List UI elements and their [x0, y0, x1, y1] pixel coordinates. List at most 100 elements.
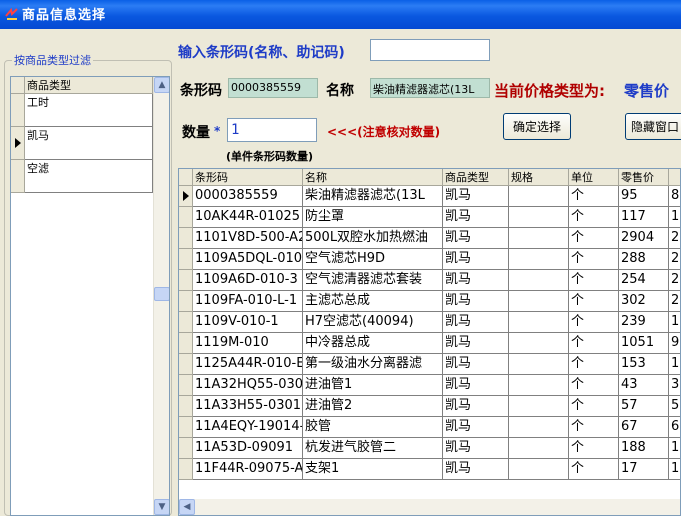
table-cell[interactable]: 防尘罩: [303, 207, 443, 228]
table-row[interactable]: 1109A6D-010-3 空气滤清器滤芯套装 凯马 个 254 2: [179, 270, 680, 291]
scroll-thumb[interactable]: [154, 287, 169, 301]
table-cell[interactable]: [509, 228, 569, 249]
table-cell[interactable]: 个: [569, 333, 619, 354]
table-cell[interactable]: [509, 333, 569, 354]
table-cell[interactable]: 1109A5DQL-010-: [193, 249, 303, 270]
table-cell[interactable]: 进油管2: [303, 396, 443, 417]
table-cell[interactable]: [509, 354, 569, 375]
table-cell[interactable]: 个: [569, 186, 619, 207]
table-cell[interactable]: 1109V-010-1: [193, 312, 303, 333]
search-input[interactable]: [370, 39, 490, 61]
table-row[interactable]: 0000385559 柴油精滤器滤芯(13L 凯马 个 95 8: [179, 186, 680, 207]
table-cell[interactable]: 5: [669, 396, 680, 417]
table-cell[interactable]: 凯马: [443, 270, 509, 291]
table-row[interactable]: 1125A44R-010-E 第一级油水分离器滤 凯马 个 153 1: [179, 354, 680, 375]
table-cell[interactable]: 2: [669, 228, 680, 249]
table-cell[interactable]: 1125A44R-010-E: [193, 354, 303, 375]
table-cell[interactable]: 153: [619, 354, 669, 375]
table-cell[interactable]: 个: [569, 312, 619, 333]
table-cell[interactable]: [509, 417, 569, 438]
table-cell[interactable]: 9: [669, 333, 680, 354]
table-cell[interactable]: 1109A6D-010-3: [193, 270, 303, 291]
table-cell[interactable]: 个: [569, 207, 619, 228]
table-cell[interactable]: H7空滤芯(40094): [303, 312, 443, 333]
table-row[interactable]: 1109FA-010-L-1 主滤芯总成 凯马 个 302 2: [179, 291, 680, 312]
table-cell[interactable]: 中冷器总成: [303, 333, 443, 354]
table-cell[interactable]: 11A53D-09091: [193, 438, 303, 459]
table-cell[interactable]: 1: [669, 354, 680, 375]
table-row[interactable]: 1119M-010 中冷器总成 凯马 个 1051 9: [179, 333, 680, 354]
table-cell[interactable]: 2: [669, 270, 680, 291]
table-cell[interactable]: [509, 375, 569, 396]
table-cell[interactable]: 2: [669, 249, 680, 270]
table-cell[interactable]: 2: [669, 291, 680, 312]
category-vertical-scrollbar[interactable]: ▲ ▼: [153, 77, 169, 515]
table-row[interactable]: 1109V-010-1 H7空滤芯(40094) 凯马 个 239 1: [179, 312, 680, 333]
table-cell[interactable]: [509, 312, 569, 333]
confirm-button[interactable]: 确定选择: [503, 113, 571, 140]
table-cell[interactable]: 个: [569, 438, 619, 459]
table-cell[interactable]: 1: [669, 459, 680, 480]
column-header[interactable]: 名称: [303, 169, 443, 186]
category-row[interactable]: 空滤: [11, 160, 153, 193]
table-cell[interactable]: 个: [569, 228, 619, 249]
table-cell[interactable]: 95: [619, 186, 669, 207]
table-cell[interactable]: 个: [569, 270, 619, 291]
column-header[interactable]: 零售价: [619, 169, 669, 186]
category-cell[interactable]: 凯马: [25, 127, 153, 160]
table-cell[interactable]: 11A32HQ55-0301: [193, 375, 303, 396]
table-cell[interactable]: 凯马: [443, 249, 509, 270]
table-cell[interactable]: 11A4EQY-19014-: [193, 417, 303, 438]
table-cell[interactable]: 11A33H55-0301: [193, 396, 303, 417]
table-row[interactable]: 11A32HQ55-0301 进油管1 凯马 个 43 3: [179, 375, 680, 396]
table-cell[interactable]: 67: [619, 417, 669, 438]
table-cell[interactable]: 第一级油水分离器滤: [303, 354, 443, 375]
column-header[interactable]: 商品类型: [443, 169, 509, 186]
table-cell[interactable]: 凯马: [443, 291, 509, 312]
table-cell[interactable]: 3: [669, 375, 680, 396]
table-row[interactable]: 11F44R-09075-A 支架1 凯马 个 17 1: [179, 459, 680, 480]
table-cell[interactable]: 302: [619, 291, 669, 312]
table-cell[interactable]: 杭发进气胶管二: [303, 438, 443, 459]
table-row[interactable]: 11A53D-09091 杭发进气胶管二 凯马 个 188 1: [179, 438, 680, 459]
table-cell[interactable]: 1: [669, 438, 680, 459]
table-cell[interactable]: 凯马: [443, 375, 509, 396]
table-row[interactable]: 1101V8D-500-A2 500L双腔水加热燃油 凯马 个 2904 2: [179, 228, 680, 249]
table-cell[interactable]: 胶管: [303, 417, 443, 438]
table-cell[interactable]: 凯马: [443, 333, 509, 354]
table-cell[interactable]: 254: [619, 270, 669, 291]
scroll-up-button[interactable]: ▲: [154, 77, 169, 93]
table-cell[interactable]: [509, 186, 569, 207]
table-cell[interactable]: 288: [619, 249, 669, 270]
table-cell[interactable]: 2904: [619, 228, 669, 249]
table-cell[interactable]: 1051: [619, 333, 669, 354]
column-header[interactable]: 条形码: [193, 169, 303, 186]
table-cell[interactable]: 凯马: [443, 417, 509, 438]
hide-window-button[interactable]: 隐藏窗口: [625, 113, 681, 140]
table-cell[interactable]: 0000385559: [193, 186, 303, 207]
table-row[interactable]: 1109A5DQL-010- 空气滤芯H9D 凯马 个 288 2: [179, 249, 680, 270]
table-cell[interactable]: 支架1: [303, 459, 443, 480]
table-horizontal-scrollbar[interactable]: ◀: [179, 499, 680, 515]
table-cell[interactable]: 空气滤清器滤芯套装: [303, 270, 443, 291]
product-grid[interactable]: 条形码 名称 商品类型 规格 单位 零售价 0000385559 柴油精滤器滤芯(13L 凯马个…: [178, 168, 681, 516]
column-header[interactable]: 单位: [569, 169, 619, 186]
table-cell[interactable]: [509, 459, 569, 480]
category-cell[interactable]: 工时: [25, 94, 153, 127]
table-cell[interactable]: 个: [569, 417, 619, 438]
column-header[interactable]: 商品类型: [25, 77, 153, 94]
table-cell[interactable]: 个: [569, 459, 619, 480]
table-cell[interactable]: 个: [569, 291, 619, 312]
table-cell[interactable]: 凯马: [443, 312, 509, 333]
column-header[interactable]: 规格: [509, 169, 569, 186]
table-cell[interactable]: 11F44R-09075-A: [193, 459, 303, 480]
table-cell[interactable]: 6: [669, 417, 680, 438]
table-cell[interactable]: 空气滤芯H9D: [303, 249, 443, 270]
table-cell[interactable]: 1: [669, 207, 680, 228]
table-cell[interactable]: 凯马: [443, 207, 509, 228]
table-cell[interactable]: 凯马: [443, 186, 509, 207]
table-row[interactable]: 11A4EQY-19014- 胶管 凯马 个 67 6: [179, 417, 680, 438]
table-cell[interactable]: 1: [669, 312, 680, 333]
scroll-down-button[interactable]: ▼: [154, 499, 169, 515]
table-cell[interactable]: 188: [619, 438, 669, 459]
